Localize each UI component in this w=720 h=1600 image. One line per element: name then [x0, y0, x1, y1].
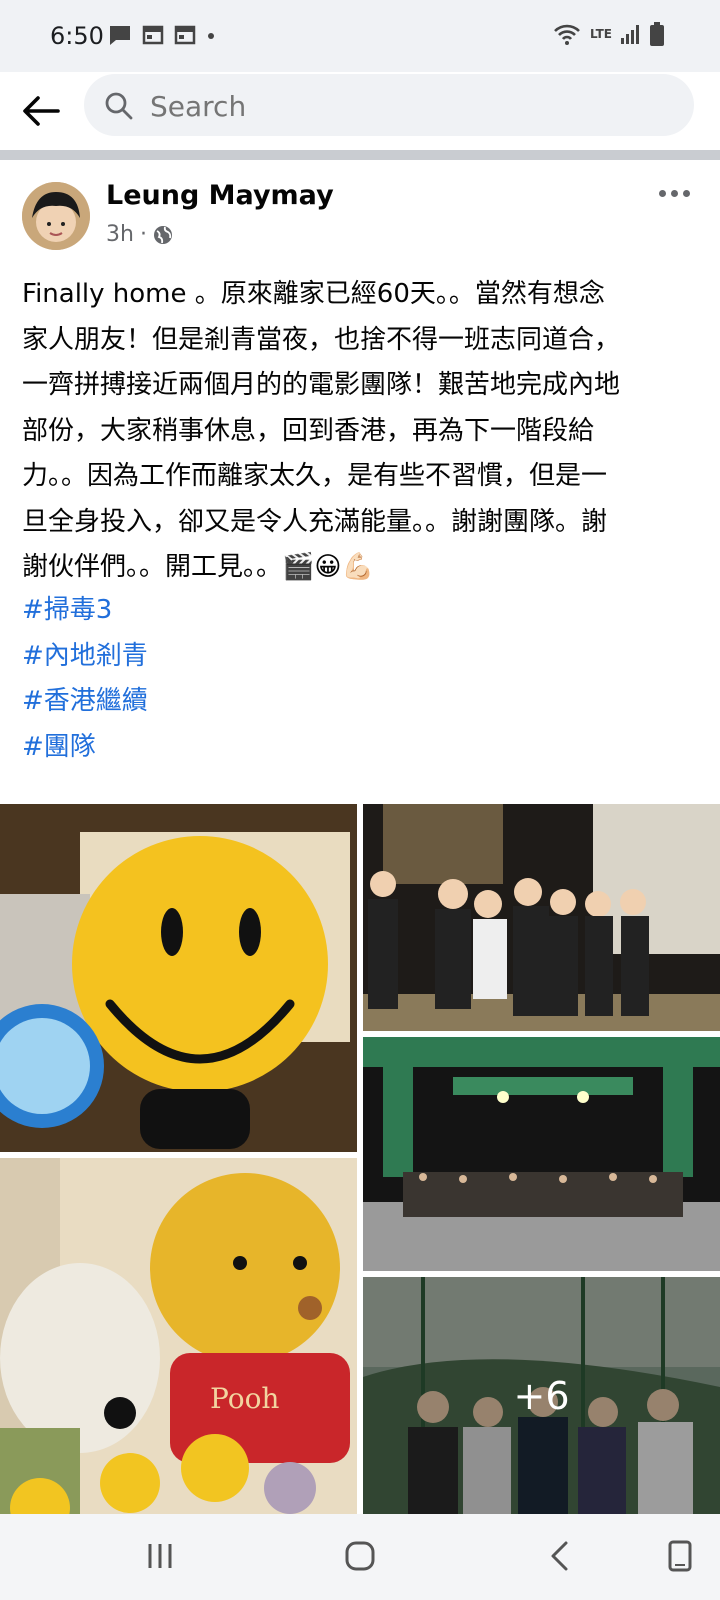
post-body-line: 謝伙伴們。。開工見。。🎬😀💪🏻	[22, 552, 374, 582]
post-options-button[interactable]	[659, 190, 690, 197]
more-dot-icon	[671, 190, 678, 197]
post-body-line: Finally home 。原來離家已經60天。。當然有想念	[22, 279, 605, 309]
status-bar: 6:50 LTE	[0, 0, 720, 72]
calendar-notification-icon	[142, 25, 164, 45]
svg-text:Pooh: Pooh	[210, 1382, 279, 1415]
rotate-icon[interactable]	[660, 1536, 700, 1576]
hashtag-list: #掃毒3 #內地剎青 #香港繼續 #團隊	[22, 588, 148, 770]
back-icon[interactable]	[540, 1536, 580, 1576]
more-notifications-dot-icon	[208, 33, 214, 39]
wifi-icon	[554, 24, 580, 45]
recent-apps-icon[interactable]	[140, 1536, 180, 1576]
photo-tile-plush-toys[interactable]: Pooh	[0, 1158, 357, 1514]
search-input[interactable]	[148, 74, 672, 138]
post-body-line: 一齊拼搏接近兩個月的的電影團隊！艱苦地完成內地	[22, 370, 621, 400]
hashtag-link[interactable]: #內地剎青	[22, 634, 148, 680]
smiley-lamp-photo	[0, 804, 357, 1152]
photo-grid: Pooh +6	[0, 804, 720, 1514]
hashtag-link[interactable]: #掃毒3	[22, 588, 148, 634]
more-dot-icon	[683, 190, 690, 197]
calendar-notification-icon-2	[174, 25, 196, 45]
chat-notification-icon	[110, 26, 130, 45]
more-photos-overlay[interactable]: +6	[363, 1277, 720, 1514]
post-meta: 3h ·	[106, 222, 173, 247]
avatar-image	[22, 182, 90, 250]
photo-tile-crew[interactable]	[363, 1037, 720, 1271]
photo-tile-group-night[interactable]	[363, 804, 720, 1031]
more-photos-count: +6	[513, 1373, 570, 1418]
more-dot-icon	[659, 190, 666, 197]
signal-icon	[621, 25, 639, 44]
post-body: Finally home 。原來離家已經60天。。當然有想念 家人朋友！但是剎青…	[22, 272, 698, 591]
section-divider	[0, 150, 720, 160]
crew-photo	[363, 1037, 720, 1271]
hashtag-link[interactable]: #香港繼續	[22, 679, 148, 725]
battery-icon	[650, 22, 664, 46]
photo-tile-outdoor-group[interactable]: +6	[363, 1277, 720, 1514]
system-navigation-bar	[0, 1514, 720, 1600]
avatar[interactable]	[22, 182, 90, 250]
status-right: LTE	[552, 22, 664, 46]
post-body-line: 部份，大家稍事休息，回到香港，再為下一階段給	[22, 415, 595, 446]
post-body-line: 家人朋友！但是剎青當夜，也捨不得一班志同道合，	[22, 324, 621, 355]
network-type: LTE	[589, 27, 612, 41]
hashtag-link[interactable]: #團隊	[22, 725, 148, 771]
status-time: 6:50	[50, 22, 104, 50]
search-field[interactable]	[84, 74, 694, 138]
post-author[interactable]: Leung Maymay	[106, 180, 334, 211]
photo-tile-smiley-lamp[interactable]	[0, 804, 357, 1152]
post-time[interactable]: 3h	[106, 222, 134, 247]
post-body-line: 力。。因為工作而離家太久，是有些不習慣，但是一	[22, 461, 608, 491]
notification-icons	[108, 24, 216, 46]
plush-toys-photo: Pooh	[0, 1158, 357, 1514]
meta-separator: ·	[139, 222, 147, 247]
globe-icon	[153, 225, 172, 244]
back-arrow-icon[interactable]	[20, 90, 62, 132]
home-icon[interactable]	[340, 1536, 380, 1576]
group-night-photo	[363, 804, 720, 1031]
post-body-line: 旦全身投入，卻又是令人充滿能量。。謝謝團隊。謝	[22, 506, 608, 537]
search-icon	[105, 92, 133, 120]
search-header	[0, 72, 720, 150]
